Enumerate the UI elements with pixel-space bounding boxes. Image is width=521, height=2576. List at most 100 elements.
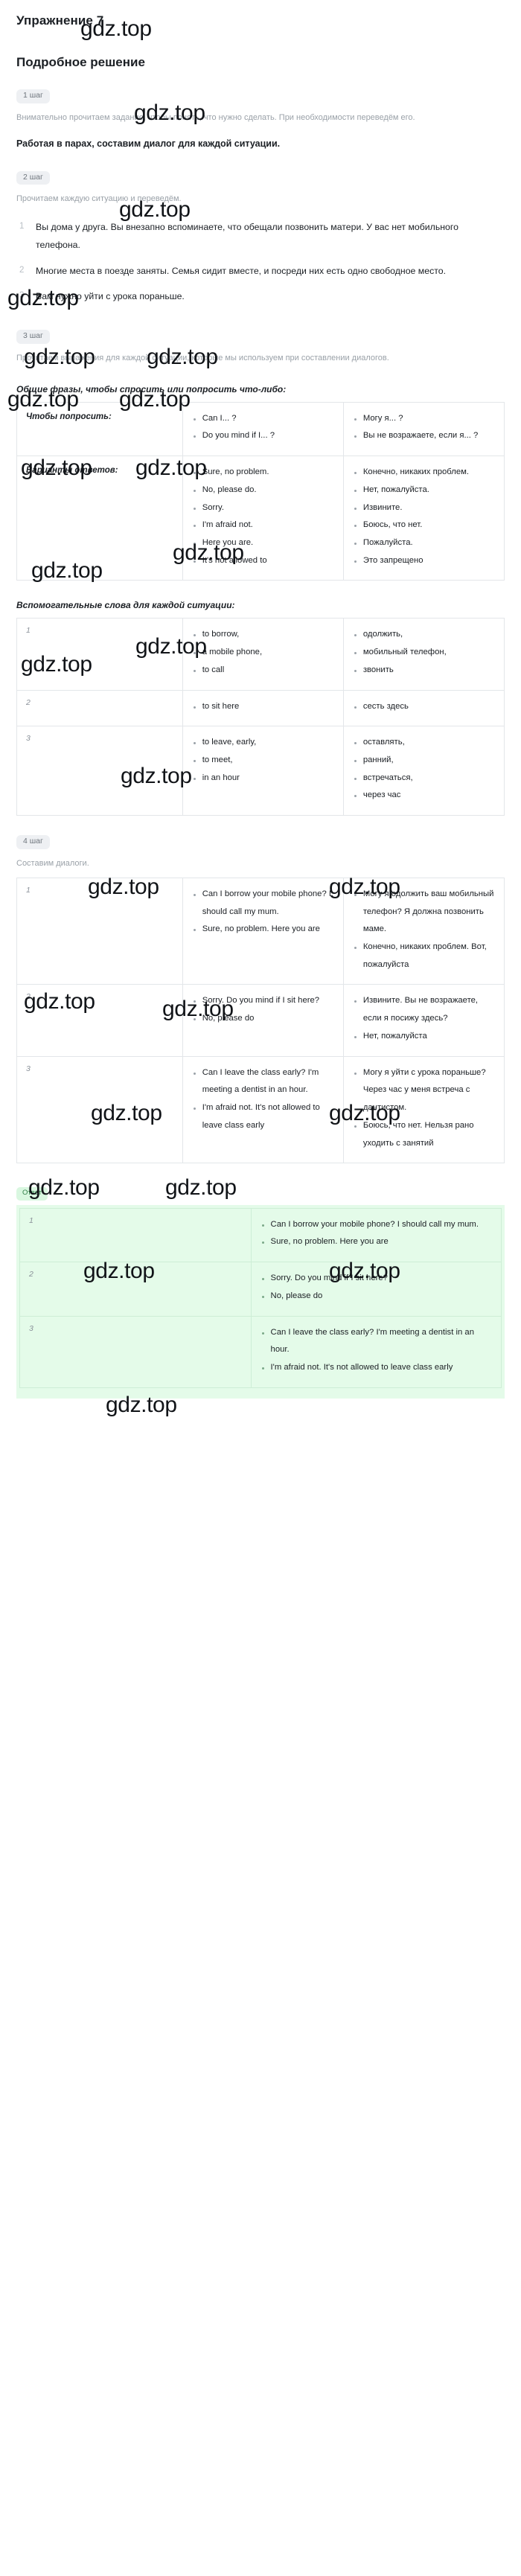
list-item: Нет, пожалуйста: [353, 1028, 496, 1046]
answer-badge: Ответ: [16, 1187, 48, 1201]
list-item: Sorry.: [192, 499, 336, 517]
solution-page: gdz.top gdz.top gdz.top gdz.top gdz.top …: [0, 0, 521, 1417]
helper-english-cell: to leave, early, to meet, in an hour: [182, 726, 344, 816]
list-item: Могу я уйти с урока пораньше? Через час …: [353, 1064, 496, 1117]
row-index: 2: [16, 984, 183, 1057]
phrases-table: Чтобы попросить: Can I... ? Do you mind …: [16, 401, 505, 581]
list-item: через час: [353, 787, 496, 805]
watermark: gdz.top: [165, 1174, 237, 1200]
row-index: 3: [16, 1055, 183, 1164]
list-item: Can I leave the class early? I'm meeting…: [192, 1064, 336, 1099]
row-index: 3: [16, 726, 183, 816]
answer-table: 1 Can I borrow your mobile phone? I shou…: [19, 1207, 502, 1388]
table-row: 3 to leave, early, to meet, in an hour о…: [16, 726, 505, 816]
list-item: Sorry. Do you mind if I sit here?: [260, 1270, 493, 1288]
answer-lines-cell: Can I borrow your mobile phone? I should…: [250, 1207, 502, 1263]
table-row: 3 Can I leave the class early? I'm meeti…: [19, 1315, 502, 1388]
list-item: Can I borrow your mobile phone? I should…: [260, 1216, 493, 1234]
table-row: Чтобы попросить: Can I... ? Do you mind …: [16, 401, 505, 457]
list-index: 3: [19, 291, 25, 301]
answer-block: gdz.top gdz.top gdz.top 1 Can I borrow y…: [16, 1204, 505, 1417]
list-item: Sure, no problem.: [192, 464, 336, 482]
list-index: 2: [19, 265, 25, 275]
helper-russian-cell: оставлять, ранний, встречаться, через ча…: [342, 726, 505, 816]
table-row: 1 to borrow, a mobile phone, to call одо…: [16, 618, 505, 691]
list-item: I'm afraid not. It's not allowed to leav…: [192, 1099, 336, 1134]
list-item: Sure, no problem. Here you are: [192, 921, 336, 939]
list-item: Могу я... ?: [353, 410, 496, 428]
helper-russian-cell: сесть здесь: [342, 689, 505, 727]
list-item: оставлять,: [353, 734, 496, 752]
list-item: a mobile phone,: [192, 644, 336, 662]
list-item: Нет, пожалуйста.: [353, 482, 496, 499]
step-4-instruction: Составим диалоги.: [16, 858, 89, 868]
list-item: to sit here: [192, 698, 336, 716]
phrase-russian-cell: Могу я... ? Вы не возражаете, если я... …: [342, 401, 505, 457]
helper-russian-cell: одолжить, мобильный телефон, звонить: [342, 618, 505, 691]
list-index: 1: [19, 221, 25, 231]
list-item: сесть здесь: [353, 698, 496, 716]
row-index: 1: [16, 618, 183, 691]
dialogue-english-cell: Can I leave the class early? I'm meeting…: [182, 1055, 344, 1164]
situation-text: Вы дома у друга. Вы внезапно вспоминаете…: [36, 221, 458, 251]
table-row: 3 Can I leave the class early? I'm meeti…: [16, 1055, 505, 1164]
helpers-heading: Вспомогательные слова для каждой ситуаци…: [16, 600, 235, 611]
step-2-instruction: Прочитаем каждую ситуацию и переведём.: [16, 194, 182, 204]
table-row: Варианты ответов: Sure, no problem. No, …: [16, 456, 505, 581]
dialogue-russian-cell: Могу я одолжить ваш мобильный телефон? Я…: [342, 877, 505, 985]
list-item: Могу я одолжить ваш мобильный телефон? Я…: [353, 886, 496, 939]
list-item: to meet,: [192, 752, 336, 770]
row-index: 2: [19, 1262, 252, 1317]
list-item: Can I... ?: [192, 410, 336, 428]
situations-list: 1 Вы дома у друга. Вы внезапно вспоминает…: [16, 218, 505, 306]
row-index: 1: [19, 1207, 252, 1263]
situation-text: Многие места в поезде заняты. Семья сиди…: [36, 265, 446, 276]
list-item: to leave, early,: [192, 734, 336, 752]
list-item: to borrow,: [192, 626, 336, 644]
list-item: Извините. Вы не возражаете, если я посиж…: [353, 992, 496, 1027]
step-badge-4: 4 шаг: [16, 835, 50, 849]
row-index: 2: [16, 689, 183, 727]
helper-english-cell: to sit here: [182, 689, 344, 727]
row-index: 3: [19, 1315, 252, 1388]
phrase-english-cell: Can I... ? Do you mind if I... ?: [182, 401, 344, 457]
list-item: Конечно, никаких проблем. Вот, пожалуйст…: [353, 939, 496, 974]
list-item: No, please do: [192, 1010, 336, 1028]
list-item: Боюсь, что нет. Нельзя рано уходить с за…: [353, 1117, 496, 1152]
phrase-english-cell: Sure, no problem. No, please do. Sorry. …: [182, 456, 344, 581]
dialogue-english-cell: Can I borrow your mobile phone? I should…: [182, 877, 344, 985]
answer-lines-cell: Sorry. Do you mind if I sit here? No, pl…: [250, 1262, 502, 1317]
step-badge-2: 2 шаг: [16, 170, 50, 185]
list-item: No, please do: [260, 1288, 493, 1305]
watermark: gdz.top: [106, 1392, 177, 1417]
list-item: Here you are.: [192, 534, 336, 552]
list-item: Это запрещено: [353, 552, 496, 570]
list-item: It's not allowed to: [192, 552, 336, 570]
table-row: 2 to sit here сесть здесь: [16, 689, 505, 727]
step-badge-1: 1 шаг: [16, 89, 50, 103]
situation-text: Вам нужно уйти с урока пораньше.: [36, 291, 185, 302]
table-row: 2 Sorry. Do you mind if I sit here? No, …: [19, 1262, 502, 1317]
list-item: Боюсь, что нет.: [353, 517, 496, 534]
step-1-task: Работая в парах, составим диалог для каж…: [16, 138, 281, 149]
table-row: 2 Sorry. Do you mind if I sit here? No, …: [16, 984, 505, 1057]
step-1-instruction: Внимательно прочитаем задание, чтобы пон…: [16, 112, 415, 122]
answer-lines-cell: Can I leave the class early? I'm meeting…: [250, 1315, 502, 1388]
dialogue-russian-cell: Могу я уйти с урока пораньше? Через час …: [342, 1055, 505, 1164]
row-index: 1: [16, 877, 183, 985]
list-item: одолжить,: [353, 626, 496, 644]
list-item: 1 Вы дома у друга. Вы внезапно вспоминает…: [16, 218, 505, 255]
dialogue-russian-cell: Извините. Вы не возражаете, если я посиж…: [342, 984, 505, 1057]
phrases-heading: Общие фразы, чтобы спросить или попросит…: [16, 383, 287, 394]
helper-english-cell: to borrow, a mobile phone, to call: [182, 618, 344, 691]
phrase-russian-cell: Конечно, никаких проблем. Нет, пожалуйст…: [342, 456, 505, 581]
dialogues-table: 1 Can I borrow your mobile phone? I shou…: [16, 877, 505, 1164]
dialogue-english-cell: Sorry. Do you mind if I sit here? No, pl…: [182, 984, 344, 1057]
list-item: in an hour: [192, 770, 336, 787]
list-item: No, please do.: [192, 482, 336, 499]
list-item: встречаться,: [353, 770, 496, 787]
list-item: ранний,: [353, 752, 496, 770]
list-item: Вы не возражаете, если я... ?: [353, 427, 496, 445]
list-item: Извините.: [353, 499, 496, 517]
list-item: Sure, no problem. Here you are: [260, 1233, 493, 1251]
